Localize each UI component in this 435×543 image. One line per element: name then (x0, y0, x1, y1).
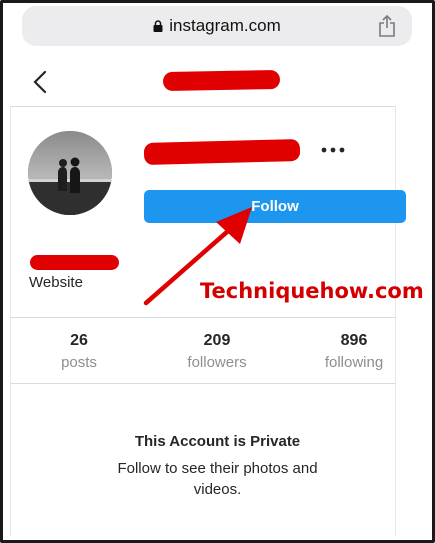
posts-label: posts (61, 354, 97, 371)
following-count: 896 (340, 332, 368, 349)
stat-followers[interactable]: 209 followers (157, 332, 277, 371)
url-text: instagram.com (169, 16, 281, 35)
follow-button[interactable]: Follow (144, 190, 406, 223)
share-icon[interactable] (378, 15, 396, 37)
avatar[interactable] (28, 131, 112, 215)
posts-count: 26 (70, 332, 88, 349)
lock-icon (153, 20, 163, 32)
bio-redaction (30, 255, 119, 270)
address-bar[interactable]: instagram.com (22, 6, 412, 46)
private-title: This Account is Private (134, 433, 301, 450)
chevron-left-icon[interactable] (32, 70, 48, 94)
private-subtitle: Follow to see their photos and videos. (117, 460, 318, 498)
watermark: Techniquehow.com (200, 279, 424, 303)
left-divider (10, 106, 11, 536)
followers-count: 209 (203, 332, 231, 349)
name-redaction (143, 138, 301, 166)
followers-label: followers (187, 354, 247, 371)
stat-posts: 26 posts (19, 332, 139, 371)
stats-bottom-divider (10, 383, 396, 384)
following-label: following (324, 354, 384, 371)
more-horizontal-icon[interactable] (320, 146, 346, 154)
avatar-photo (28, 131, 112, 215)
header-divider (10, 106, 396, 107)
url-display: instagram.com (22, 16, 412, 36)
right-divider (395, 106, 396, 536)
username-redaction (162, 69, 281, 92)
website-link[interactable]: Website (29, 274, 83, 291)
stats-top-divider (10, 317, 396, 318)
stat-following[interactable]: 896 following (294, 332, 414, 371)
